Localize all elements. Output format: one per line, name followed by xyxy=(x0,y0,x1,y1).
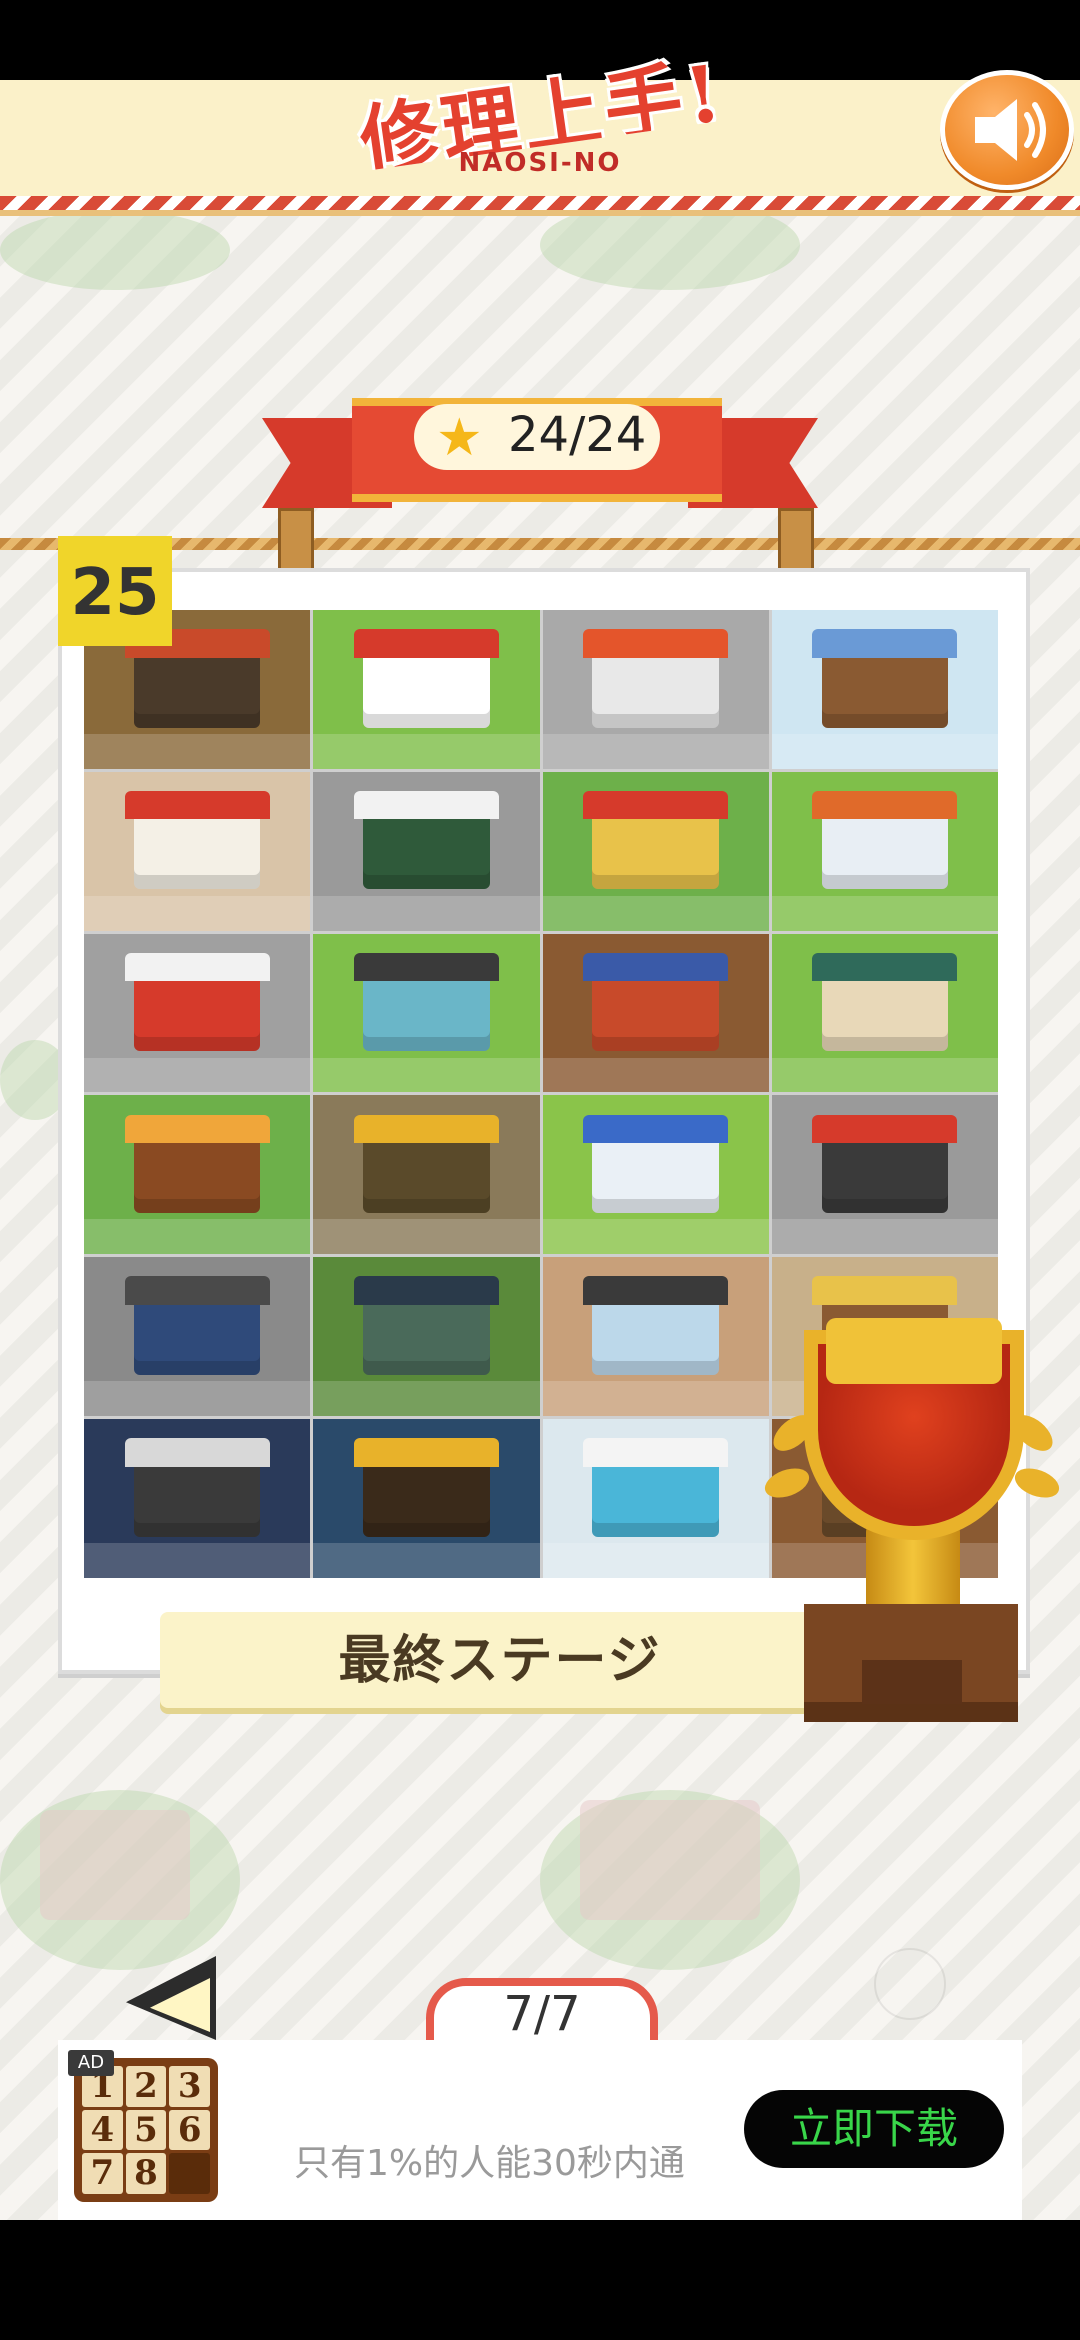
speaker-icon xyxy=(975,99,1046,161)
stage-tile-drink-stand xyxy=(313,1095,540,1255)
stage-tile-flower-shop xyxy=(313,771,540,931)
stage-tile-circus xyxy=(542,771,769,931)
tile-ground xyxy=(313,733,540,769)
ad-description[interactable]: 只有1%的人能30秒内通 xyxy=(294,2140,708,2188)
star-icon: ★ xyxy=(436,408,483,468)
stage-tile-post-office xyxy=(84,933,311,1093)
decor-cash-register-building xyxy=(40,1810,190,1920)
page-indicator-text: 7/7 xyxy=(503,1986,581,2042)
stage-tile-apartment xyxy=(84,1257,311,1417)
header-stripe xyxy=(0,196,1080,210)
tile-ground xyxy=(771,895,998,931)
stage-tile-barn-house xyxy=(84,1095,311,1255)
tile-ground xyxy=(313,1543,540,1578)
roof-bank xyxy=(583,1276,729,1305)
stage-tile-burger-shop xyxy=(313,610,540,769)
roof-post-office xyxy=(124,952,270,982)
star-count: 24/24 xyxy=(508,407,647,463)
stage-tile-water-park xyxy=(542,1419,769,1578)
roof-flower-shop xyxy=(353,790,499,820)
tile-ground xyxy=(542,1057,769,1093)
tile-ground xyxy=(84,1057,311,1093)
tile-ground xyxy=(84,1381,311,1417)
roof-power-plant xyxy=(353,952,499,982)
game-subtitle: NAOSI-NO xyxy=(458,148,622,178)
stage-tile-arcade xyxy=(84,771,311,931)
roof-cafe-terrace xyxy=(812,1276,958,1305)
roof-night-market xyxy=(583,952,729,982)
tile-ground xyxy=(771,1057,998,1093)
tile-ground xyxy=(313,1219,540,1255)
decor-burger-building xyxy=(580,1800,760,1920)
decor-building-left-top xyxy=(0,210,230,290)
roof-egg-farm xyxy=(583,1114,729,1144)
roof-water-park xyxy=(583,1438,729,1467)
level-number: 25 xyxy=(70,556,160,630)
puzzle-cell: 5 xyxy=(125,2109,167,2151)
trophy-lid xyxy=(826,1318,1002,1384)
tile-ground xyxy=(313,895,540,931)
number-puzzle-icon[interactable]: 12345678 xyxy=(74,2058,218,2202)
roof-drink-stand xyxy=(353,1114,499,1144)
tile-ground xyxy=(84,895,311,931)
roof-cinema xyxy=(124,1438,270,1467)
tile-ground xyxy=(542,895,769,931)
roof-winter-cabin xyxy=(812,629,958,658)
final-stage-label: 最終ステージ xyxy=(338,1631,662,1691)
roof-record-shop xyxy=(353,1438,499,1467)
stage-tile-egg-farm xyxy=(542,1095,769,1255)
tile-ground xyxy=(84,1219,311,1255)
roof-bakery-shop xyxy=(812,790,958,820)
download-button[interactable]: 立即下载 xyxy=(744,2090,1004,2168)
navigation-bar xyxy=(0,2220,1080,2340)
puzzle-cell: 2 xyxy=(125,2066,167,2107)
ad-tag: AD xyxy=(68,2050,114,2076)
roof-pizza-shop xyxy=(812,1114,958,1144)
stage-tile-restaurant-garden xyxy=(313,1257,540,1417)
roof-gas-station xyxy=(583,629,729,658)
tile-ground xyxy=(542,1381,769,1417)
tile-ground xyxy=(771,733,998,769)
stage-tile-power-plant xyxy=(313,933,540,1093)
sound-button[interactable] xyxy=(940,70,1074,190)
next-page-button[interactable] xyxy=(874,1948,946,2020)
puzzle-cell: 8 xyxy=(125,2153,167,2194)
roof-convenience-store xyxy=(812,952,958,982)
stage-tile-bakery-shop xyxy=(771,771,998,931)
puzzle-cell: 4 xyxy=(82,2109,123,2151)
stage-tile-bank xyxy=(542,1257,769,1417)
roof-restaurant-garden xyxy=(353,1276,499,1305)
roof-arcade xyxy=(124,790,270,820)
stage-tile-gas-station xyxy=(542,610,769,769)
puzzle-cell: 3 xyxy=(169,2066,210,2107)
tile-ground xyxy=(84,1543,311,1578)
tile-ground xyxy=(313,1057,540,1093)
tile-ground xyxy=(542,1543,769,1578)
stage-tile-night-market xyxy=(542,933,769,1093)
stage-tile-cinema xyxy=(84,1419,311,1578)
stage-tile-winter-cabin xyxy=(771,610,998,769)
tile-ground xyxy=(542,733,769,769)
puzzle-cell: 6 xyxy=(169,2109,210,2151)
roof-apartment xyxy=(124,1276,270,1305)
puzzle-cell: 7 xyxy=(82,2153,123,2194)
stage-tile-pizza-shop xyxy=(771,1095,998,1255)
tile-ground xyxy=(771,1219,998,1255)
trophy-plate xyxy=(862,1660,962,1704)
roof-circus xyxy=(583,790,729,820)
stage-tile-record-shop xyxy=(313,1419,540,1578)
tile-ground xyxy=(84,733,311,769)
tile-ground xyxy=(542,1219,769,1255)
puzzle-cell xyxy=(169,2153,210,2194)
stage-tile-convenience-store xyxy=(771,933,998,1093)
roof-barn-house xyxy=(124,1114,270,1144)
roof-burger-shop xyxy=(353,629,499,658)
tile-ground xyxy=(313,1381,540,1417)
